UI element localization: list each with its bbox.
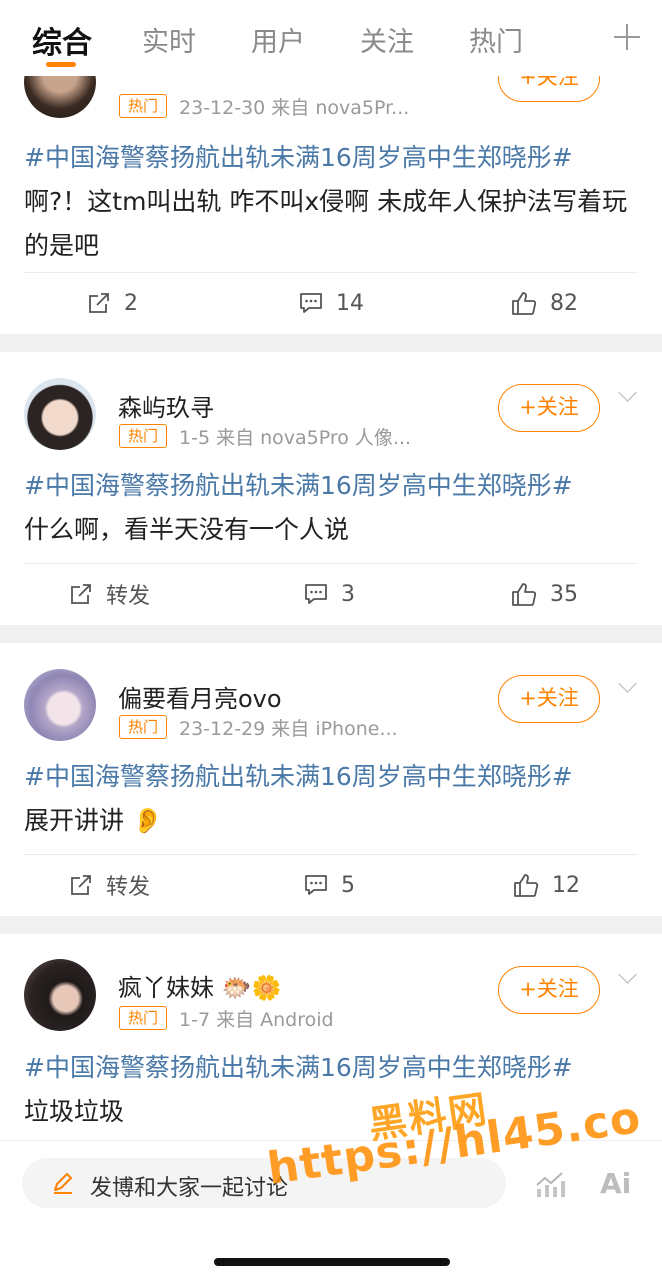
tab-fade-overlay (540, 0, 620, 76)
hashtag-link[interactable]: #中国海警蔡扬航出轨未满16周岁高中生郑晓彤# (24, 762, 573, 791)
repost-button[interactable]: 转发 (68, 574, 150, 614)
like-count: 82 (550, 290, 578, 316)
add-tab-icon[interactable] (610, 20, 644, 54)
comment-button[interactable]: 3 (303, 574, 355, 614)
like-count: 12 (552, 872, 580, 898)
card-gap (0, 625, 662, 643)
repost-icon (71, 875, 91, 895)
top-tab-bar: 综合 实时 用户 关注 热门 (0, 0, 662, 76)
comment-count: 5 (341, 872, 355, 898)
repost-label: 转发 (106, 584, 151, 609)
post-meta: 23-12-29 来自 iPhone... (179, 718, 398, 740)
username[interactable]: 疯丫妹妹 🐡🌼 (118, 968, 281, 1003)
ai-icon[interactable]: Ai (600, 1167, 631, 1200)
hot-badge: 热门 (119, 1006, 167, 1030)
comment-count: 3 (341, 581, 355, 607)
post-body[interactable]: #中国海警蔡扬航出轨未满16周岁高中生郑晓彤# 什么啊，看半天没有一个人说 (24, 464, 639, 552)
post-text: 啊?！这tm叫出轨 咋不叫x侵啊 未成年人保护法写着玩的是吧 (24, 187, 628, 260)
like-count: 35 (550, 581, 578, 607)
like-button[interactable]: 12 (512, 865, 580, 905)
repost-icon (71, 584, 91, 604)
post-body[interactable]: #中国海警蔡扬航出轨未满16周岁高中生郑晓彤# 展开讲讲 👂 (24, 755, 639, 843)
pencil-icon (54, 1173, 72, 1194)
avatar[interactable] (24, 669, 96, 741)
post-meta: 1-7 来自 Android (179, 1009, 334, 1031)
comment-button[interactable]: 14 (298, 283, 364, 323)
hot-badge: 热门 (119, 424, 167, 448)
avatar[interactable] (24, 959, 96, 1031)
repost-icon (89, 293, 109, 313)
repost-button[interactable]: 2 (86, 283, 138, 323)
post-meta: 23-12-30 来自 nova5Pr... (179, 97, 410, 119)
post-card: 森屿玖寻 热门 1-5 来自 nova5Pro 人像... +关注 #中国海警蔡… (0, 352, 662, 625)
hashtag-link[interactable]: #中国海警蔡扬航出轨未满16周岁高中生郑晓彤# (24, 471, 573, 500)
post-card: 偏要看月亮ovo 热门 23-12-29 来自 iPhone... +关注 #中… (0, 643, 662, 916)
hot-badge: 热门 (119, 94, 167, 118)
active-tab-indicator (46, 62, 76, 67)
thumbs-up-icon (514, 874, 539, 897)
divider (24, 563, 638, 564)
card-gap (0, 916, 662, 934)
tab-realtime[interactable]: 实时 (142, 20, 196, 59)
post-text: 什么啊，看半天没有一个人说 (24, 515, 350, 544)
divider (24, 272, 638, 273)
post-body[interactable]: #中国海警蔡扬航出轨未满16周岁高中生郑晓彤# 啊?！这tm叫出轨 咋不叫x侵啊… (24, 136, 639, 268)
comment-button[interactable]: 5 (303, 865, 355, 905)
follow-button[interactable]: +关注 (498, 675, 600, 723)
chart-icon[interactable] (534, 1169, 566, 1199)
hashtag-link[interactable]: #中国海警蔡扬航出轨未满16周岁高中生郑晓彤# (24, 1053, 573, 1082)
chevron-down-icon[interactable] (618, 677, 638, 697)
post-text: 垃圾垃圾 (24, 1097, 125, 1126)
follow-button[interactable]: +关注 (498, 966, 600, 1014)
repost-button[interactable]: 转发 (68, 865, 150, 905)
chevron-down-icon[interactable] (618, 968, 638, 988)
comment-icon (300, 293, 322, 313)
tab-comprehensive[interactable]: 综合 (32, 18, 92, 62)
repost-label: 转发 (106, 875, 151, 900)
card-gap (0, 334, 662, 352)
post-meta: 1-5 来自 nova5Pro 人像... (179, 427, 412, 449)
comment-icon (305, 875, 327, 895)
hashtag-link[interactable]: #中国海警蔡扬航出轨未满16周岁高中生郑晓彤# (24, 143, 573, 172)
chevron-down-icon[interactable] (618, 386, 638, 406)
divider (24, 854, 638, 855)
username[interactable]: 森屿玖寻 (118, 388, 214, 423)
hot-badge: 热门 (119, 715, 167, 739)
thumbs-up-icon (512, 583, 537, 606)
tab-following[interactable]: 关注 (360, 20, 414, 59)
like-button[interactable]: 82 (510, 283, 578, 323)
thumbs-up-icon (512, 292, 537, 315)
home-indicator[interactable] (214, 1258, 450, 1266)
compose-placeholder: 发博和大家一起讨论 (90, 1176, 289, 1201)
tab-hot[interactable]: 热门 (469, 20, 523, 59)
comment-icon (305, 584, 327, 604)
comment-count: 14 (336, 290, 364, 316)
username[interactable]: 偏要看月亮ovo (118, 679, 282, 714)
post-text: 展开讲讲 👂 (24, 806, 164, 835)
follow-button[interactable]: +关注 (498, 384, 600, 432)
like-button[interactable]: 35 (510, 574, 578, 614)
repost-count: 2 (124, 290, 138, 316)
tab-users[interactable]: 用户 (251, 20, 305, 59)
avatar[interactable] (24, 378, 96, 450)
